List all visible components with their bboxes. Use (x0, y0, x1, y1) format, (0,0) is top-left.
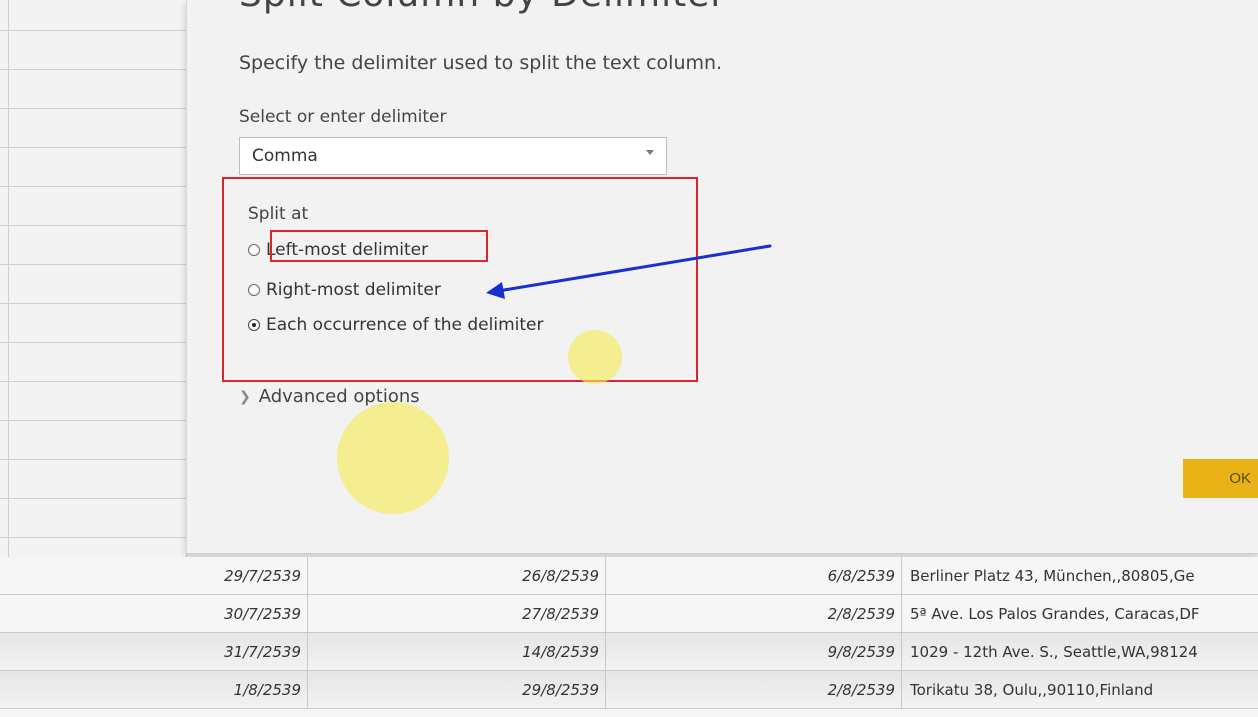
table-cell: 6/8/2539 (606, 557, 902, 595)
data-table: 29/7/2539 26/8/2539 6/8/2539 Berliner Pl… (0, 557, 1258, 717)
table-row: 31/7/2539 14/8/2539 9/8/2539 1029 - 12th… (0, 633, 1258, 671)
table-cell: 14/8/2539 (308, 633, 606, 671)
table-cell: 1/8/2539 (0, 671, 308, 709)
table-cell: 2/8/2539 (606, 595, 902, 633)
table-cell: 2/8/2539 (606, 671, 902, 709)
table-cell: 26/8/2539 (308, 557, 606, 595)
table-cell: 27/8/2539 (308, 595, 606, 633)
table-row: 29/7/2539 26/8/2539 6/8/2539 Berliner Pl… (0, 557, 1258, 595)
table-cell: 9/8/2539 (606, 633, 902, 671)
table-cell: 1029 - 12th Ave. S., Seattle,WA,98124 (910, 643, 1198, 661)
table-cell: Berliner Platz 43, München,,80805,Ge (910, 567, 1195, 585)
table-cell: Torikatu 38, Oulu,,90110,Finland (910, 681, 1154, 699)
table-row: 30/7/2539 27/8/2539 2/8/2539 5ª Ave. Los… (0, 595, 1258, 633)
table-row: 1/8/2539 29/8/2539 2/8/2539 Torikatu 38,… (0, 671, 1258, 709)
table-cell: 30/7/2539 (0, 595, 308, 633)
table-cell: 29/8/2539 (308, 671, 606, 709)
table-cell: 31/7/2539 (0, 633, 308, 671)
table-cell: 29/7/2539 (0, 557, 308, 595)
table-cell: 5ª Ave. Los Palos Grandes, Caracas,DF (910, 605, 1200, 623)
